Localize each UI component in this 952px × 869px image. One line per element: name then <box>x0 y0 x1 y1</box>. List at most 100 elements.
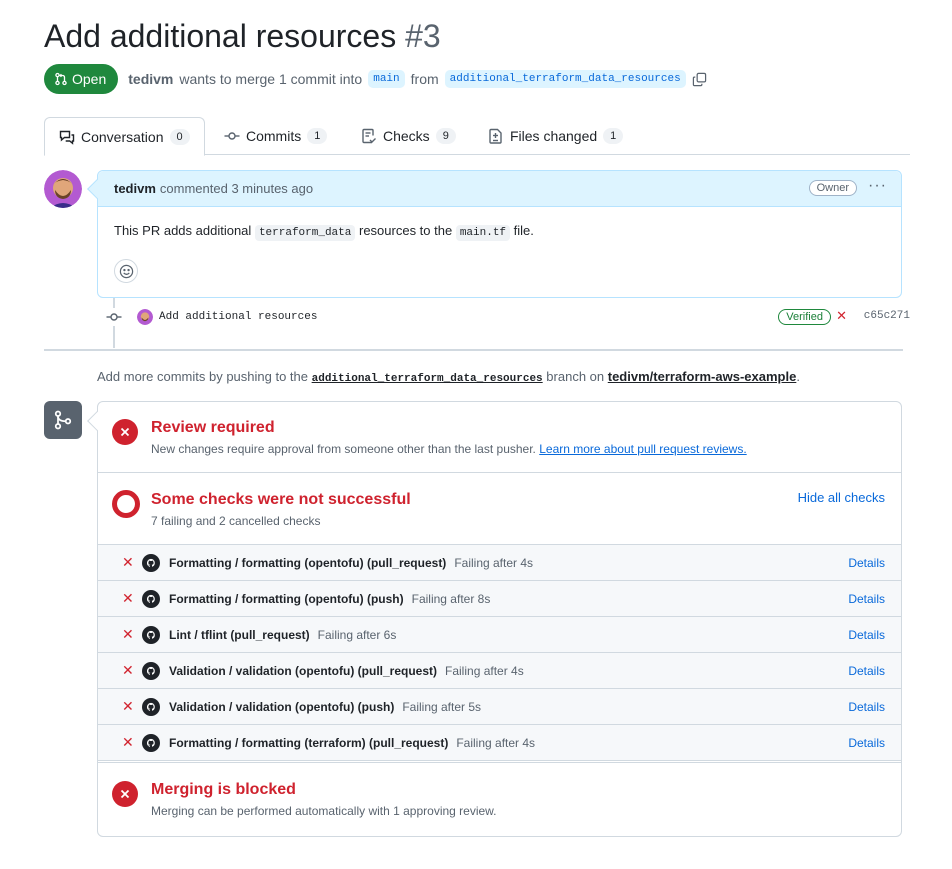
checklist-icon <box>362 128 376 144</box>
merging-blocked-sub: Merging can be performed automatically w… <box>151 804 497 818</box>
review-required-text: New changes require approval from someon… <box>151 442 536 456</box>
pr-merge-text: wants to merge 1 commit into <box>179 71 363 87</box>
more-branch-link[interactable]: additional_terraform_data_resources <box>312 373 543 385</box>
fail-x-icon: ✕ <box>122 626 134 642</box>
pr-title: Add additional resources #3 <box>44 18 441 55</box>
merging-blocked-title: Merging is blocked <box>151 781 296 798</box>
tab-commits[interactable]: Commits 1 <box>210 117 341 155</box>
check-details-link[interactable]: Details <box>848 664 885 678</box>
commit-status-x-icon[interactable]: ✕ <box>836 308 847 324</box>
pr-tabs: Conversation 0 Commits 1 Checks 9 Files … <box>44 117 910 156</box>
copy-icon[interactable] <box>692 71 708 87</box>
check-details-link[interactable]: Details <box>848 628 885 642</box>
check-status: Failing after 6s <box>317 628 397 642</box>
commit-sha[interactable]: c65c271 <box>864 310 910 322</box>
check-details-link[interactable]: Details <box>848 736 885 750</box>
head-branch[interactable]: additional_terraform_data_resources <box>444 70 686 88</box>
commit-author-avatar[interactable] <box>137 309 153 325</box>
check-name: Validation / validation (opentofu) (push… <box>169 700 395 714</box>
check-label: Lint / tflint (pull_request) Failing afte… <box>169 628 396 642</box>
checks-list: ✕ Formatting / formatting (opentofu) (pu… <box>98 545 901 761</box>
pr-meta: Open tedivm wants to merge 1 commit into… <box>44 64 708 94</box>
git-commit-icon <box>105 308 123 326</box>
github-icon <box>142 662 160 680</box>
check-name: Validation / validation (opentofu) (pull… <box>169 664 438 678</box>
review-required-sub: New changes require approval from someon… <box>151 442 747 456</box>
check-name: Formatting / formatting (opentofu) (push… <box>169 592 404 606</box>
check-name: Formatting / formatting (opentofu) (pull… <box>169 556 447 570</box>
add-reaction-button[interactable] <box>114 259 138 283</box>
x-circle-icon <box>112 781 138 807</box>
commit-row: Add additional resources Verified ✕ c65c… <box>105 306 910 328</box>
pr-state-label: Open <box>72 71 107 87</box>
review-required-section: Review required New changes require appr… <box>98 402 901 473</box>
tab-checks-count: 9 <box>435 128 456 144</box>
learn-more-reviews-link[interactable]: Learn more about pull request reviews. <box>539 442 746 456</box>
check-row: ✕ Formatting / formatting (opentofu) (pu… <box>98 545 901 581</box>
git-commit-icon <box>224 132 240 140</box>
check-status: Failing after 4s <box>456 736 536 750</box>
check-status: Failing after 4s <box>445 664 524 678</box>
comment-body: This PR adds additional terraform_data r… <box>98 207 901 241</box>
checks-summary-sub: 7 failing and 2 cancelled checks <box>151 514 321 528</box>
tab-files-changed-label: Files changed <box>510 128 598 144</box>
check-status: Failing after 5s <box>402 700 482 714</box>
fail-x-icon: ✕ <box>122 554 134 570</box>
check-row: ✕ Validation / validation (opentofu) (pu… <box>98 653 901 689</box>
merge-icon <box>44 401 82 439</box>
comment-text-post: file. <box>513 223 534 238</box>
tab-files-changed[interactable]: Files changed 1 <box>474 117 637 155</box>
comment-code-2: main.tf <box>455 225 511 241</box>
x-circle-icon <box>112 419 138 445</box>
tab-conversation[interactable]: Conversation 0 <box>44 117 205 156</box>
check-label: Formatting / formatting (opentofu) (pull… <box>169 556 533 570</box>
comment-author[interactable]: tedivm <box>114 181 156 196</box>
commit-message[interactable]: Add additional resources <box>159 311 317 323</box>
check-label: Formatting / formatting (terraform) (pul… <box>169 736 535 750</box>
hide-all-checks-link[interactable]: Hide all checks <box>798 490 885 505</box>
check-details-link[interactable]: Details <box>848 592 885 606</box>
base-branch[interactable]: main <box>368 70 405 88</box>
tab-checks[interactable]: Checks 9 <box>347 117 470 155</box>
check-label: Formatting / formatting (opentofu) (push… <box>169 592 490 606</box>
check-name: Formatting / formatting (terraform) (pul… <box>169 736 449 750</box>
check-details-link[interactable]: Details <box>848 700 885 714</box>
github-icon <box>142 626 160 644</box>
comment-box: tedivm commented 3 minutes ago Owner ···… <box>97 170 902 298</box>
merge-status-box: Review required New changes require appr… <box>97 401 902 837</box>
check-name: Lint / tflint (pull_request) <box>169 628 310 642</box>
check-status: Failing after 8s <box>411 592 491 606</box>
checks-summary-section: Some checks were not successful 7 failin… <box>98 474 901 545</box>
owner-badge: Owner <box>808 180 857 196</box>
comment-time[interactable]: commented 3 minutes ago <box>160 181 313 196</box>
smiley-icon <box>119 264 133 278</box>
checks-summary-title: Some checks were not successful <box>151 491 411 508</box>
merging-blocked-section: Merging is blocked Merging can be perfor… <box>98 762 901 836</box>
review-required-title: Review required <box>151 419 275 436</box>
tab-commits-count: 1 <box>307 128 328 144</box>
check-details-link[interactable]: Details <box>848 556 885 570</box>
kebab-menu-icon[interactable]: ··· <box>868 177 887 195</box>
check-label: Validation / validation (opentofu) (push… <box>169 700 481 714</box>
tab-files-changed-count: 1 <box>603 128 624 144</box>
comment-text-mid: resources to the <box>358 223 453 238</box>
fail-x-icon: ✕ <box>122 698 134 714</box>
file-diff-icon <box>489 128 502 144</box>
fail-x-icon: ✕ <box>122 734 134 750</box>
check-row: ✕ Validation / validation (opentofu) (pu… <box>98 689 901 725</box>
check-row: ✕ Lint / tflint (pull_request) Failing af… <box>98 617 901 653</box>
timeline-divider <box>44 349 903 351</box>
comment-discussion-icon <box>59 130 75 145</box>
pr-author-link[interactable]: tedivm <box>128 71 173 87</box>
more-text-pre: Add more commits by pushing to the <box>97 369 308 384</box>
pr-state-badge: Open <box>44 64 119 94</box>
check-label: Validation / validation (opentofu) (pull… <box>169 664 524 678</box>
failing-ring-icon <box>112 490 140 518</box>
avatar[interactable] <box>44 170 82 208</box>
more-text-mid: branch on <box>546 369 605 384</box>
github-icon <box>142 734 160 752</box>
verified-badge[interactable]: Verified <box>778 309 831 325</box>
pull-request-icon <box>55 72 67 86</box>
repo-link[interactable]: tedivm/terraform-aws-example <box>608 369 797 384</box>
tab-commits-label: Commits <box>246 128 302 144</box>
